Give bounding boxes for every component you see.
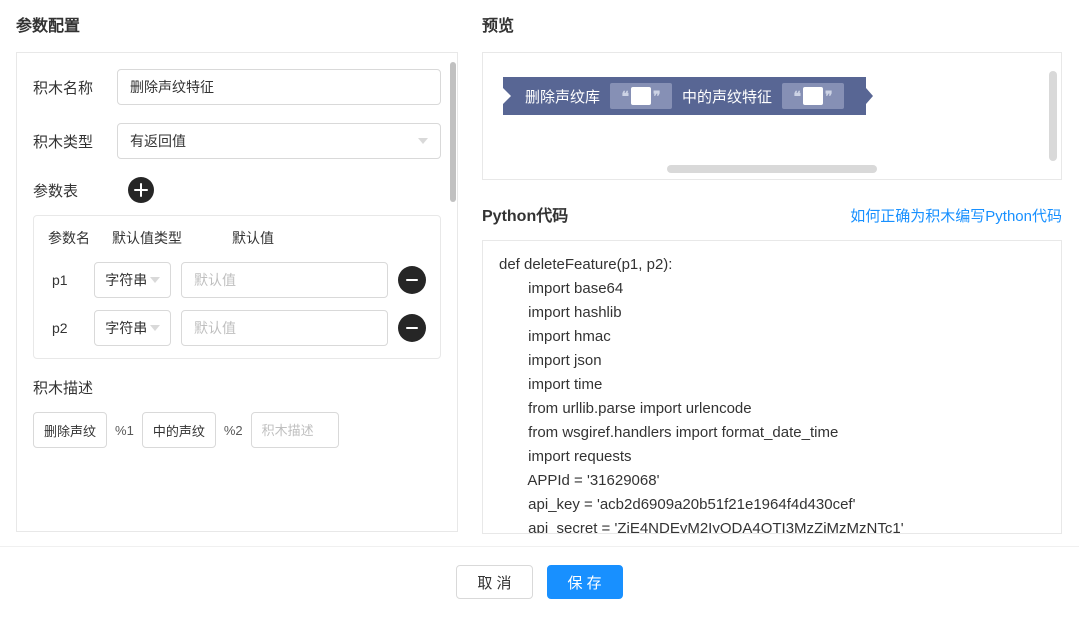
- code-help-link[interactable]: 如何正确为积木编写Python代码: [850, 205, 1062, 226]
- quote-icon: ❞: [653, 88, 661, 105]
- block-type-value: 有返回值: [130, 131, 186, 151]
- minus-icon: [406, 274, 418, 286]
- block-name-input[interactable]: [117, 69, 441, 105]
- quote-icon: ❝: [793, 88, 801, 105]
- param-name: p1: [48, 272, 84, 288]
- minus-icon: [406, 322, 418, 334]
- code-editor[interactable]: def deleteFeature(p1, p2): import base64…: [482, 240, 1062, 534]
- param-col-type: 默认值类型: [112, 228, 232, 248]
- config-panel: 积木名称 积木类型 有返回值 参数表 参数名 默认值类型: [16, 52, 458, 532]
- desc-chip-input[interactable]: [251, 412, 339, 448]
- cancel-button[interactable]: 取 消: [456, 565, 532, 599]
- param-type-select[interactable]: 字符串: [94, 262, 171, 298]
- block-type-select[interactable]: 有返回值: [117, 123, 441, 159]
- desc-chip-var: %1: [115, 423, 134, 438]
- desc-chip-text[interactable]: 中的声纹: [142, 412, 216, 448]
- param-table: 参数名 默认值类型 默认值 p1 字符串 p2: [33, 215, 441, 359]
- scrollbar-horizontal[interactable]: [667, 165, 877, 173]
- chevron-down-icon: [150, 325, 160, 331]
- remove-param-button[interactable]: [398, 266, 426, 294]
- block-type-label: 积木类型: [33, 131, 117, 152]
- block-text-1: 删除声纹库: [525, 86, 600, 107]
- desc-chip-row: 删除声纹 %1 中的声纹 %2: [33, 412, 441, 448]
- param-type-value: 字符串: [105, 270, 147, 290]
- chevron-down-icon: [150, 277, 160, 283]
- block-slot[interactable]: ❝ ❞: [610, 83, 672, 109]
- code-section-title: Python代码: [482, 202, 568, 226]
- param-default-input[interactable]: [181, 262, 388, 298]
- block-name-label: 积木名称: [33, 77, 117, 98]
- quote-icon: ❞: [825, 88, 833, 105]
- plus-icon: [134, 183, 148, 197]
- block-text-2: 中的声纹特征: [682, 86, 772, 107]
- block-slot[interactable]: ❝ ❞: [782, 83, 844, 109]
- desc-label: 积木描述: [33, 377, 441, 398]
- scrollbar-vertical[interactable]: [1049, 71, 1057, 161]
- param-col-default: 默认值: [232, 228, 426, 248]
- chevron-down-icon: [418, 138, 428, 144]
- param-name: p2: [48, 320, 84, 336]
- preview-section-title: 预览: [482, 12, 1062, 36]
- desc-chip-text[interactable]: 删除声纹: [33, 412, 107, 448]
- param-row: p1 字符串: [48, 262, 426, 298]
- add-param-button[interactable]: [128, 177, 154, 203]
- param-type-select[interactable]: 字符串: [94, 310, 171, 346]
- desc-chip-var: %2: [224, 423, 243, 438]
- remove-param-button[interactable]: [398, 314, 426, 342]
- param-table-label: 参数表: [33, 180, 78, 201]
- param-row: p2 字符串: [48, 310, 426, 346]
- param-default-input[interactable]: [181, 310, 388, 346]
- param-type-value: 字符串: [105, 318, 147, 338]
- preview-panel: 删除声纹库 ❝ ❞ 中的声纹特征 ❝ ❞: [482, 52, 1062, 180]
- param-col-name: 参数名: [48, 228, 112, 248]
- footer: 取 消 保 存: [0, 546, 1079, 617]
- scrollbar-vertical[interactable]: [450, 62, 456, 202]
- preview-block[interactable]: 删除声纹库 ❝ ❞ 中的声纹特征 ❝ ❞: [503, 77, 866, 115]
- save-button[interactable]: 保 存: [547, 565, 623, 599]
- quote-icon: ❝: [621, 88, 629, 105]
- config-section-title: 参数配置: [16, 12, 458, 36]
